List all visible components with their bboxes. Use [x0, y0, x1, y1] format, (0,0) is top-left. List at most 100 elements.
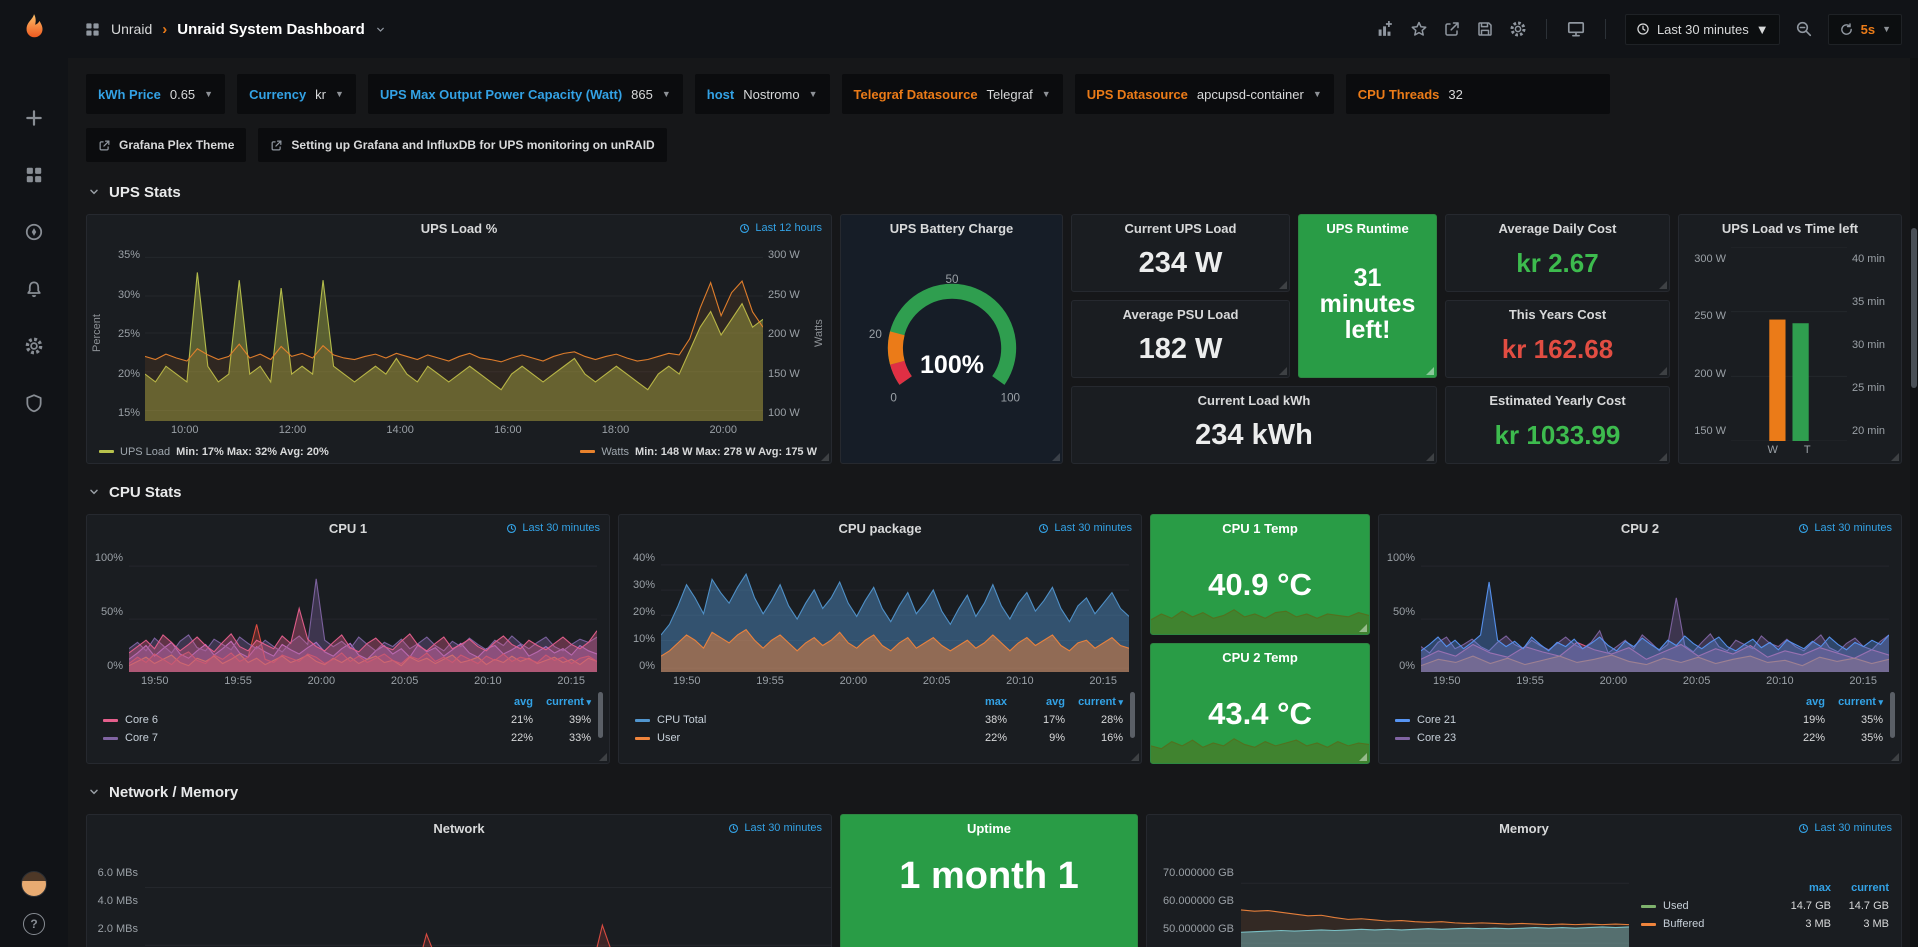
legend-col-header-sorted[interactable]: current [1065, 696, 1123, 708]
panel-resize-handle[interactable] [1891, 453, 1899, 461]
legend-item[interactable]: WattsMin: 148 W Max: 278 W Avg: 175 W [580, 446, 817, 458]
time-range-badge[interactable]: Last 12 hours [739, 222, 822, 234]
variable-value[interactable]: apcupsd-container [1197, 87, 1304, 102]
grafana-logo[interactable] [0, 0, 68, 58]
cpu-package-chart[interactable] [661, 546, 1129, 672]
legend-scrollbar[interactable] [1130, 692, 1135, 738]
legend-col-header-sorted[interactable]: current [1825, 696, 1883, 708]
dashboard-link-plex-theme[interactable]: Grafana Plex Theme [86, 128, 246, 162]
legend-row[interactable]: Core 2322%35% [1395, 729, 1883, 747]
variable-ups-datasource[interactable]: UPS Datasourceapcupsd-container▼ [1075, 74, 1334, 114]
chevron-down-icon[interactable] [375, 24, 386, 35]
refresh-icon[interactable] [1839, 22, 1854, 37]
legend-row[interactable]: Used14.7 GB14.7 GB [1641, 897, 1889, 915]
variable-telegraf-datasource[interactable]: Telegraf DatasourceTelegraf▼ [842, 74, 1063, 114]
time-range-badge[interactable]: Last 30 minutes [728, 822, 822, 834]
star-icon[interactable] [1410, 20, 1428, 38]
panel-title[interactable]: Network [87, 815, 831, 841]
variable-value[interactable]: Nostromo [743, 87, 799, 102]
panel-resize-handle[interactable] [1426, 453, 1434, 461]
add-panel-icon[interactable] [1376, 20, 1395, 39]
variable-value[interactable]: 0.65 [170, 87, 195, 102]
variable-currency[interactable]: Currencykr▼ [237, 74, 356, 114]
panel-resize-handle[interactable] [599, 753, 607, 761]
legend-row[interactable]: Buffered3 MB3 MB [1641, 915, 1889, 933]
legend-scrollbar[interactable] [598, 692, 603, 738]
panel-resize-handle[interactable] [1279, 281, 1287, 289]
alerting-bell-icon[interactable] [14, 275, 54, 303]
panel-resize-handle[interactable] [1426, 367, 1434, 375]
legend-row[interactable]: Core 722%33% [103, 729, 591, 747]
share-icon[interactable] [1443, 20, 1461, 38]
panel-title[interactable]: This Years Cost [1446, 301, 1669, 327]
dashboards-icon[interactable] [14, 161, 54, 189]
variable-kwh-price[interactable]: kWh Price0.65▼ [86, 74, 225, 114]
legend-row[interactable]: CPU Total38%17%28% [635, 711, 1123, 729]
configuration-gear-icon[interactable] [14, 332, 54, 360]
explore-icon[interactable] [14, 218, 54, 246]
legend-col-header[interactable]: max [949, 696, 1007, 708]
dashboard-grid-icon[interactable] [84, 21, 101, 38]
legend-col-header[interactable]: avg [475, 696, 533, 708]
zoom-out-icon[interactable] [1795, 20, 1813, 38]
refresh-control[interactable]: 5s ▼ [1828, 14, 1902, 45]
legend-col-header[interactable]: max [1773, 882, 1831, 894]
variable-value[interactable]: 865 [631, 87, 653, 102]
panel-resize-handle[interactable] [1131, 753, 1139, 761]
user-avatar[interactable] [21, 871, 47, 897]
panel-resize-handle[interactable] [1359, 624, 1367, 632]
time-range-badge[interactable]: Last 30 minutes [1038, 522, 1132, 534]
legend-row[interactable]: Core 2119%35% [1395, 711, 1883, 729]
time-range-badge[interactable]: Last 30 minutes [506, 522, 600, 534]
panel-title[interactable]: CPU 1 Temp [1151, 515, 1369, 541]
save-icon[interactable] [1476, 20, 1494, 38]
panel-title[interactable]: UPS Load % [87, 215, 831, 241]
legend-col-header[interactable]: avg [1007, 696, 1065, 708]
time-range-badge[interactable]: Last 30 minutes [1798, 822, 1892, 834]
refresh-interval[interactable]: 5s [1861, 22, 1875, 37]
panel-resize-handle[interactable] [1052, 453, 1060, 461]
scrollbar-thumb[interactable] [1911, 228, 1917, 388]
breadcrumb[interactable]: Unraid › Unraid System Dashboard [84, 21, 386, 38]
settings-gear-icon[interactable] [1509, 20, 1527, 38]
panel-title[interactable]: UPS Runtime [1299, 215, 1436, 241]
variable-value[interactable]: Telegraf [987, 87, 1033, 102]
cycle-view-monitor-icon[interactable] [1566, 19, 1586, 39]
panel-title[interactable]: UPS Load vs Time left [1679, 215, 1901, 241]
ups-load-chart[interactable] [145, 245, 763, 421]
panel-title[interactable]: Average PSU Load [1072, 301, 1289, 327]
dashboard-link-ups-guide[interactable]: Setting up Grafana and InfluxDB for UPS … [258, 128, 666, 162]
legend-row[interactable]: User22%9%16% [635, 729, 1123, 747]
panel-title[interactable]: Estimated Yearly Cost [1446, 387, 1669, 413]
legend-scrollbar[interactable] [1890, 692, 1895, 738]
panel-resize-handle[interactable] [1891, 753, 1899, 761]
legend-col-header-sorted[interactable]: current [533, 696, 591, 708]
panel-resize-handle[interactable] [1659, 281, 1667, 289]
panel-resize-handle[interactable] [1359, 753, 1367, 761]
create-icon[interactable] [14, 104, 54, 132]
panel-title[interactable]: CPU 2 Temp [1151, 644, 1369, 670]
time-range-picker[interactable]: Last 30 minutes ▼ [1625, 14, 1780, 45]
legend-row[interactable]: Core 621%39% [103, 711, 591, 729]
panel-resize-handle[interactable] [1659, 453, 1667, 461]
legend-item[interactable]: UPS LoadMin: 17% Max: 32% Avg: 20% [99, 446, 329, 458]
variable-value[interactable]: kr [315, 87, 326, 102]
legend-col-header[interactable]: current [1831, 882, 1889, 894]
ups-bar-chart[interactable] [1731, 247, 1847, 441]
page-scrollbar[interactable] [1910, 58, 1918, 947]
panel-title[interactable]: Average Daily Cost [1446, 215, 1669, 241]
cpu2-chart[interactable] [1421, 546, 1889, 672]
cpu-threads-input[interactable]: 32 [1448, 87, 1598, 102]
panel-title[interactable]: Current Load kWh [1072, 387, 1436, 413]
panel-title[interactable]: Memory [1147, 815, 1901, 841]
variable-host[interactable]: hostNostromo▼ [695, 74, 830, 114]
section-network-memory[interactable]: Network / Memory [88, 778, 1902, 806]
section-cpu-stats[interactable]: CPU Stats [88, 478, 1902, 506]
panel-resize-handle[interactable] [1659, 367, 1667, 375]
memory-chart[interactable] [1241, 849, 1629, 947]
server-admin-shield-icon[interactable] [14, 389, 54, 417]
variable-ups-max-output[interactable]: UPS Max Output Power Capacity (Watt)865▼ [368, 74, 683, 114]
panel-title[interactable]: Uptime [841, 815, 1137, 841]
panel-title[interactable]: Current UPS Load [1072, 215, 1289, 241]
variable-cpu-threads[interactable]: CPU Threads32 [1346, 74, 1611, 114]
